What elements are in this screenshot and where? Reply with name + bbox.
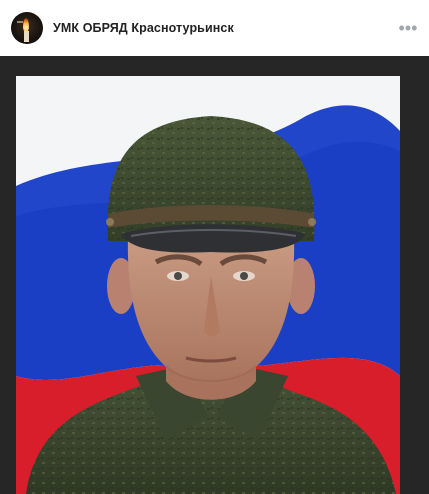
candle-flame-icon [23,18,29,32]
author-avatar[interactable] [11,12,43,44]
portrait-photo [16,76,400,494]
candle-icon [24,31,29,42]
wall-post: УМК ОБРЯД Краснотурьинск ••• [0,0,429,494]
more-dots-icon[interactable]: ••• [398,18,418,38]
post-photo[interactable] [16,76,400,494]
post-header: УМК ОБРЯД Краснотурьинск ••• [0,0,429,56]
avatar-mark [17,21,23,23]
photo-frame [0,56,429,494]
author-name[interactable]: УМК ОБРЯД Краснотурьинск [53,21,234,35]
